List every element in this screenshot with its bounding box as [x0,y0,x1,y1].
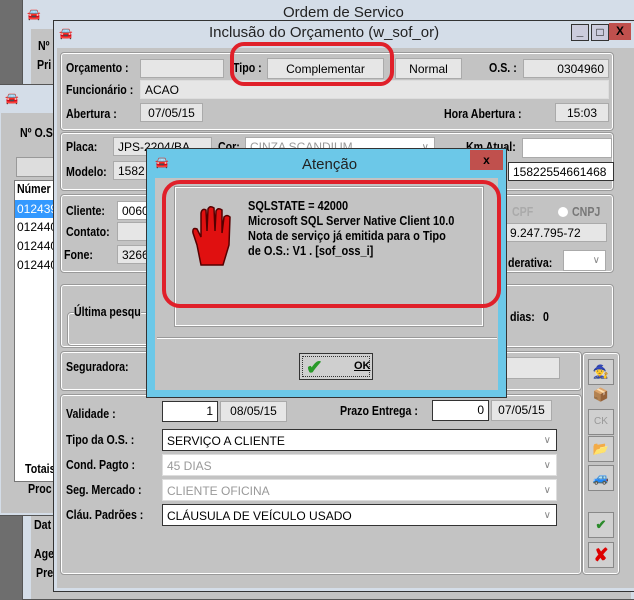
validade-field[interactable]: 1 [162,401,218,422]
chassi-field[interactable]: 15822554661468 [508,162,614,181]
no-label: Nº [38,39,50,53]
cond-pagto-value: 45 DIAS [167,459,212,473]
cpf-radio[interactable]: CPF [512,205,533,219]
seg-mercado-value: CLIENTE OFICINA [167,484,270,498]
age-label: Age [34,547,55,561]
placa-label: Placa: [66,140,98,154]
pri-label: Pri [37,58,52,72]
hora-abertura-label: Hora Abertura : [444,107,522,121]
contato-label: Contato: [66,225,110,239]
orcamento-field[interactable] [140,59,224,78]
annotation-ring-tipo [230,42,394,86]
tool-wizard-icon[interactable]: 🧙 [588,359,614,385]
dialog-title: Atenção [302,156,358,173]
clausula-label: Cláu. Padrões : [66,508,144,522]
no-os-label: Nº O.S [20,126,53,140]
km-field[interactable] [522,138,612,158]
chevron-down-icon: ∨ [543,485,551,496]
dat-label: Dat [34,518,52,532]
cond-pagto-label: Cond. Pagto : [66,458,136,472]
close-button[interactable]: X [609,23,631,40]
seguradora-label: Seguradora: [66,360,129,374]
dias-label: dias: [510,310,535,324]
os-label: O.S. : [489,61,517,75]
tipo-os-label: Tipo da O.S. : [66,433,135,447]
tool-package-icon[interactable]: 📦 [588,383,614,409]
orcamento-label: Orçamento : [66,61,129,75]
cliente-label: Cliente: [66,204,105,218]
funcionario-label: Funcionário : [66,83,134,97]
ok-button[interactable]: ✔ OK [299,353,373,380]
prazo-entrega-label: Prazo Entrega : [340,404,418,418]
app-car-icon: 🚘 [5,93,19,105]
dialog-close-button[interactable]: x [470,150,503,170]
uf-combo[interactable]: ∨ [563,250,606,271]
minimize-button[interactable]: _ [571,24,589,41]
documento-field: 9.247.795-72 [505,223,607,242]
maximize-button[interactable]: □ [591,24,609,41]
ok-label: OK [354,360,371,372]
modelo-label: Modelo: [66,165,107,179]
list-row[interactable]: 012440 [17,239,57,253]
cnpj-radio-icon[interactable] [558,207,568,217]
checkmark-icon: ✔ [306,357,323,379]
os-field: 0304960 [523,59,609,78]
clausula-combo[interactable]: CLÁUSULA DE VEÍCULO USADO ∨ [162,504,557,526]
tipo-normal-button[interactable]: Normal [395,58,462,79]
window-title: Inclusão do Orçamento (w_sof_or) [209,24,440,41]
seg-mercado-label: Seg. Mercado : [66,483,142,497]
fone-label: Fone: [64,248,93,262]
validade-label: Validade : [66,407,116,421]
prazo-field[interactable]: 0 [432,400,489,421]
app-car-icon: 🚘 [59,28,73,40]
validade-date: 08/05/15 [220,401,287,422]
folder-open-icon[interactable]: 📂 [588,436,614,462]
cond-pagto-combo[interactable]: 45 DIAS ∨ [162,454,557,476]
list-row[interactable]: 012440 [17,220,57,234]
proc-label: Proc [28,482,52,496]
dias-value: 0 [543,310,549,324]
seguradora-field[interactable] [505,357,560,379]
chevron-down-icon: ∨ [592,255,600,266]
cnpj-label: CNPJ [572,205,601,219]
chevron-down-icon: ∨ [543,510,551,521]
vehicle-icon[interactable]: 🚙 [588,465,614,491]
save-confirm-icon[interactable]: ✔ [588,512,614,538]
list-header: Númer [17,182,51,196]
chevron-down-icon: ∨ [543,435,551,446]
app-car-icon: 🚘 [27,9,41,21]
app-car-icon: 🚘 [155,157,169,169]
annotation-ring-message [162,180,501,308]
chevron-down-icon: ∨ [543,460,551,471]
unidade-federativa-label: derativa: [508,256,553,270]
hora-abertura-field: 15:03 [555,103,609,122]
totais-label: Totais [25,462,56,476]
abertura-label: Abertura : [66,107,117,121]
tipo-os-combo[interactable]: SERVIÇO A CLIENTE ∨ [162,429,557,451]
clausula-value: CLÁUSULA DE VEÍCULO USADO [167,509,352,523]
seg-mercado-combo[interactable]: CLIENTE OFICINA ∨ [162,479,557,501]
abertura-field: 07/05/15 [140,103,203,122]
list-row[interactable]: 012440 [17,258,57,272]
prazo-date: 07/05/15 [491,400,552,421]
window-title: Ordem de Servico [283,4,404,21]
tool-check-icon[interactable]: CK [588,409,614,435]
tipo-os-value: SERVIÇO A CLIENTE [167,434,285,448]
ultima-pesquisa-label: Última pesqu [74,305,141,319]
cancel-icon[interactable]: ✘ [588,542,614,568]
